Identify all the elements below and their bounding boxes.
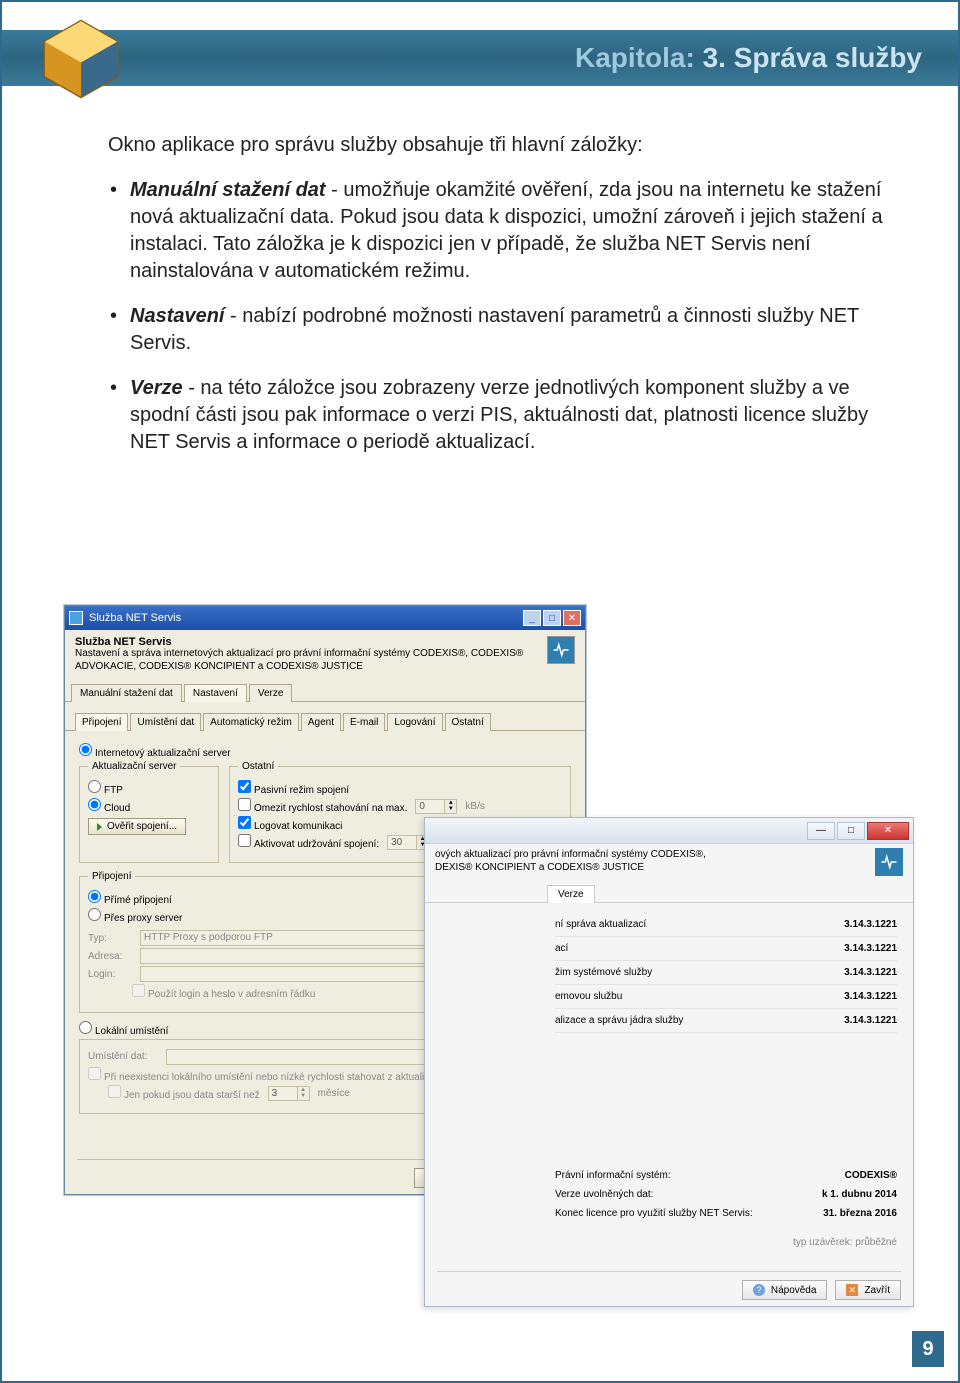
radio-ftp[interactable]: FTP: [88, 780, 123, 796]
subtab-other[interactable]: Ostatní: [445, 713, 491, 731]
bullet-bold: Verze: [130, 377, 183, 399]
bullet-bold: Nastavení: [130, 305, 225, 327]
closure-type: typ uzávěrek: průběžné: [555, 1223, 897, 1248]
chapter-title-wrap: Kapitola: 3. Správa služby: [575, 42, 922, 74]
titlebar: — □ ✕: [425, 818, 913, 844]
tab-manual-download[interactable]: Manuální stažení dat: [71, 684, 182, 702]
older-unit: měsíce: [318, 1088, 350, 1099]
help-icon: ?: [753, 1284, 765, 1296]
bullet-item: Verze - na této záložce jsou zobrazeny v…: [130, 375, 908, 456]
label-login: Login:: [88, 969, 132, 980]
tab-versions[interactable]: Verze: [249, 684, 293, 702]
tab-versions[interactable]: Verze: [547, 885, 595, 903]
subtab-auto-mode[interactable]: Automatický režim: [203, 713, 299, 731]
checkbox-log-comms[interactable]: Logovat komunikaci: [238, 816, 342, 832]
maximize-button[interactable]: □: [837, 822, 865, 840]
checkbox-only-older[interactable]: Jen pokud jsou data starší než: [108, 1085, 260, 1101]
info-value: CODEXIS®: [845, 1170, 897, 1181]
sub-tabs: Připojení Umístění dat Automatický režim…: [65, 712, 585, 731]
limit-speed-spinner[interactable]: ▲▼: [415, 799, 457, 814]
subtab-data-location[interactable]: Umístění dat: [130, 713, 201, 731]
chapter-header: Kapitola: 3. Správa služby: [2, 30, 958, 86]
version-value: 3.14.3.1221: [844, 967, 897, 978]
radio-proxy[interactable]: Přes proxy server: [88, 908, 182, 924]
intro-text: Okno aplikace pro správu služby obsahuje…: [108, 132, 908, 159]
checkbox-login-in-url[interactable]: Použít login a heslo v adresním řádku: [132, 984, 315, 1000]
info-value: 31. března 2016: [823, 1208, 897, 1219]
minimize-button[interactable]: _: [523, 610, 541, 626]
dialog-header-line2: DEXIS® KONCIPIENT a CODEXIS® JUSTICE: [435, 861, 875, 874]
limit-unit: kB/s: [465, 801, 484, 812]
page-number: 9: [912, 1331, 944, 1367]
info-row: Konec licence pro využití služby NET Ser…: [555, 1204, 897, 1223]
close-icon: ✕: [846, 1284, 858, 1296]
dialog-header-title: Služba NET Servis: [75, 636, 541, 648]
main-tabs: Manuální stažení dat Nastavení Verze: [65, 683, 585, 702]
tab-settings[interactable]: Nastavení: [184, 684, 247, 702]
label-address: Adresa:: [88, 951, 132, 962]
app-logo: [38, 16, 124, 102]
chapter-title: 3. Správa služby: [703, 42, 922, 73]
pulse-icon: [875, 848, 903, 876]
bullet-item: Nastavení - nabízí podrobné možnosti nas…: [130, 303, 908, 357]
play-icon: [97, 823, 102, 831]
proxy-address-input[interactable]: [140, 948, 456, 964]
radio-cloud[interactable]: Cloud: [88, 798, 130, 814]
group-other: Ostatní: [238, 761, 278, 772]
dialog-header-subtitle: Nastavení a správa internetových aktuali…: [75, 648, 541, 673]
checkbox-keepalive[interactable]: Aktivovat udržování spojení:: [238, 834, 379, 850]
verify-connection-button[interactable]: Ověřit spojení...: [88, 818, 186, 835]
maximize-button[interactable]: □: [543, 610, 561, 626]
version-value: 3.14.3.1221: [844, 943, 897, 954]
version-row: ní správa aktualizací3.14.3.1221: [555, 913, 897, 937]
titlebar: Služba NET Servis _ □ ✕: [65, 606, 585, 630]
version-tab-strip: Verze: [425, 884, 913, 903]
label-data-location: Umístění dat:: [88, 1051, 158, 1062]
close-button[interactable]: ✕: [867, 822, 909, 840]
group-update-server: Aktualizační server: [88, 761, 180, 772]
help-button[interactable]: ?Nápověda: [742, 1280, 828, 1300]
subtab-connection[interactable]: Připojení: [75, 713, 128, 731]
radio-internet-server[interactable]: Internetový aktualizační server: [79, 743, 231, 759]
system-info: Právní informační systém:CODEXIS® Verze …: [555, 1166, 897, 1248]
app-icon: [69, 611, 83, 625]
label-type: Typ:: [88, 933, 132, 944]
version-row: emovou službu3.14.3.1221: [555, 985, 897, 1009]
info-row: Právní informační systém:CODEXIS®: [555, 1166, 897, 1185]
checkbox-limit-speed[interactable]: Omezit rychlost stahování na max.: [238, 798, 407, 814]
version-row: ací3.14.3.1221: [555, 937, 897, 961]
checkbox-passive-mode[interactable]: Pasivní režim spojení: [238, 780, 349, 796]
older-than-spinner[interactable]: ▲▼: [268, 1086, 310, 1101]
version-row: žim systémové služby3.14.3.1221: [555, 961, 897, 985]
radio-local-location[interactable]: Lokální umístění: [79, 1021, 168, 1037]
minimize-button[interactable]: —: [807, 822, 835, 840]
bullet-bold: Manuální stažení dat: [130, 179, 326, 201]
version-row: alizace a správu jádra služby3.14.3.1221: [555, 1009, 897, 1033]
subtab-email[interactable]: E-mail: [343, 713, 385, 731]
info-row: Verze uvolněných dat:k 1. dubnu 2014: [555, 1185, 897, 1204]
bullet-text: - nabízí podrobné možnosti nastavení par…: [130, 305, 859, 354]
radio-direct-connection[interactable]: Přímé připojení: [88, 890, 172, 906]
info-value: k 1. dubnu 2014: [822, 1189, 897, 1200]
pulse-icon: [547, 636, 575, 664]
subtab-agent[interactable]: Agent: [301, 713, 341, 731]
close-button[interactable]: ✕: [563, 610, 581, 626]
versions-dialog: — □ ✕ ových aktualizací pro právní infor…: [424, 817, 914, 1307]
bullet-list: Manuální stažení dat - umožňuje okamžité…: [108, 177, 908, 456]
subtab-logging[interactable]: Logování: [387, 713, 442, 731]
version-value: 3.14.3.1221: [844, 991, 897, 1002]
version-list: ní správa aktualizací3.14.3.1221 ací3.14…: [425, 903, 913, 1033]
bullet-text: - na této záložce jsou zobrazeny verze j…: [130, 377, 868, 453]
close-dialog-button[interactable]: ✕Zavřít: [835, 1280, 901, 1300]
window-title: Služba NET Servis: [89, 612, 523, 624]
bullet-item: Manuální stažení dat - umožňuje okamžité…: [130, 177, 908, 285]
body-content: Okno aplikace pro správu služby obsahuje…: [108, 132, 908, 474]
proxy-login-input[interactable]: [140, 966, 456, 982]
keepalive-spinner[interactable]: ▲▼: [387, 835, 429, 850]
chapter-prefix: Kapitola:: [575, 42, 695, 73]
dialog-header-line1: ových aktualizací pro právní informační …: [435, 848, 875, 861]
version-value: 3.14.3.1221: [844, 1015, 897, 1026]
version-value: 3.14.3.1221: [844, 919, 897, 930]
group-connection: Připojení: [88, 871, 135, 882]
